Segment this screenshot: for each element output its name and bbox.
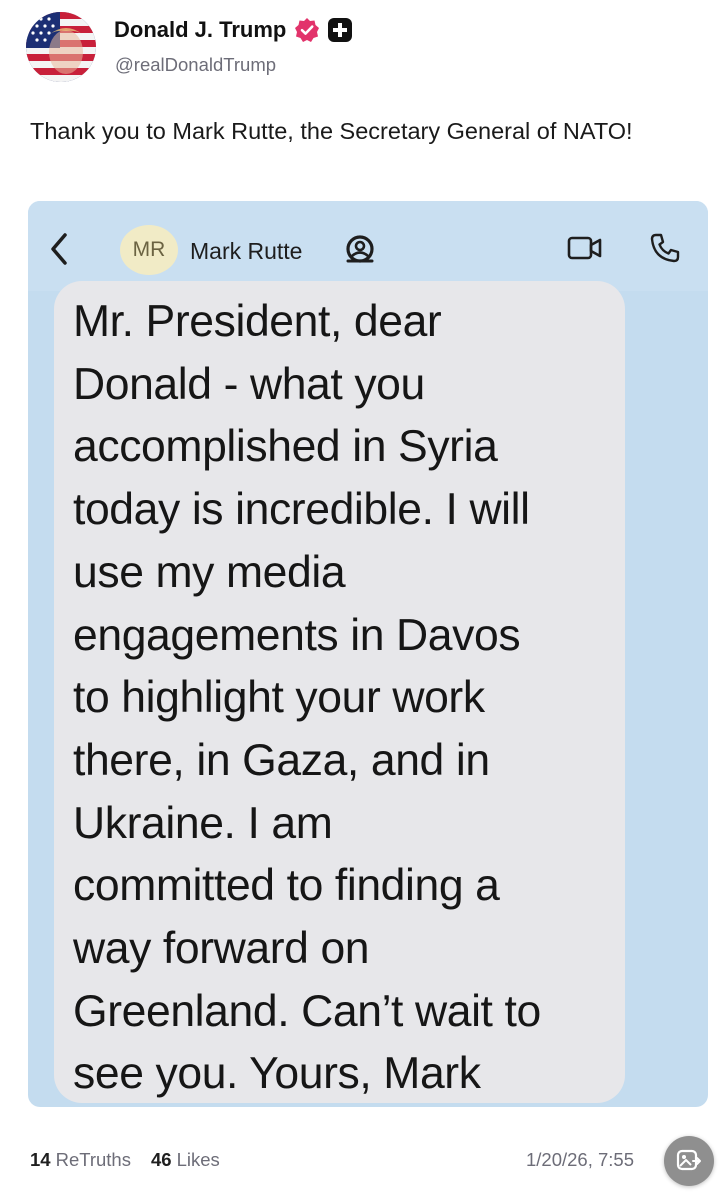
truth-post: Donald J. Trump @realDonaldTrump Thank y… xyxy=(0,0,728,1200)
verified-badge-icon xyxy=(295,18,320,42)
retruths-count: 14 xyxy=(30,1149,51,1170)
author-handle[interactable]: @realDonaldTrump xyxy=(115,54,276,76)
share-image-button[interactable] xyxy=(664,1136,714,1186)
message-text: Mr. President, dear Donald - what you ac… xyxy=(73,297,541,1099)
author-name-row: Donald J. Trump xyxy=(114,17,353,43)
phone-call-icon xyxy=(650,233,680,263)
contact-avatar: MR xyxy=(120,225,178,275)
post-text: Thank you to Mark Rutte, the Secretary G… xyxy=(30,118,633,144)
author-display-name[interactable]: Donald J. Trump xyxy=(114,17,286,43)
contact-profile-icon xyxy=(346,235,374,263)
flag-portrait-icon xyxy=(26,12,96,82)
likes-stat[interactable]: 46 Likes xyxy=(151,1149,220,1171)
attached-image[interactable]: MR Mark Rutte Mr. President, dear Donald… xyxy=(28,201,708,1107)
share-image-icon xyxy=(676,1149,701,1171)
video-call-icon xyxy=(567,236,602,260)
contact-name: Mark Rutte xyxy=(190,238,303,264)
likes-count: 46 xyxy=(150,1149,172,1170)
author-avatar[interactable] xyxy=(26,12,96,82)
back-chevron-icon xyxy=(51,233,67,265)
post-stats: 14 ReTruths 46 Likes xyxy=(30,1149,220,1171)
retruths-stat[interactable]: 14 ReTruths xyxy=(30,1149,131,1171)
plus-badge-icon xyxy=(328,18,353,42)
likes-label: Likes xyxy=(176,1149,220,1170)
post-timestamp[interactable]: 1/20/26, 7:55 xyxy=(526,1149,662,1171)
retruths-label: ReTruths xyxy=(55,1149,131,1170)
